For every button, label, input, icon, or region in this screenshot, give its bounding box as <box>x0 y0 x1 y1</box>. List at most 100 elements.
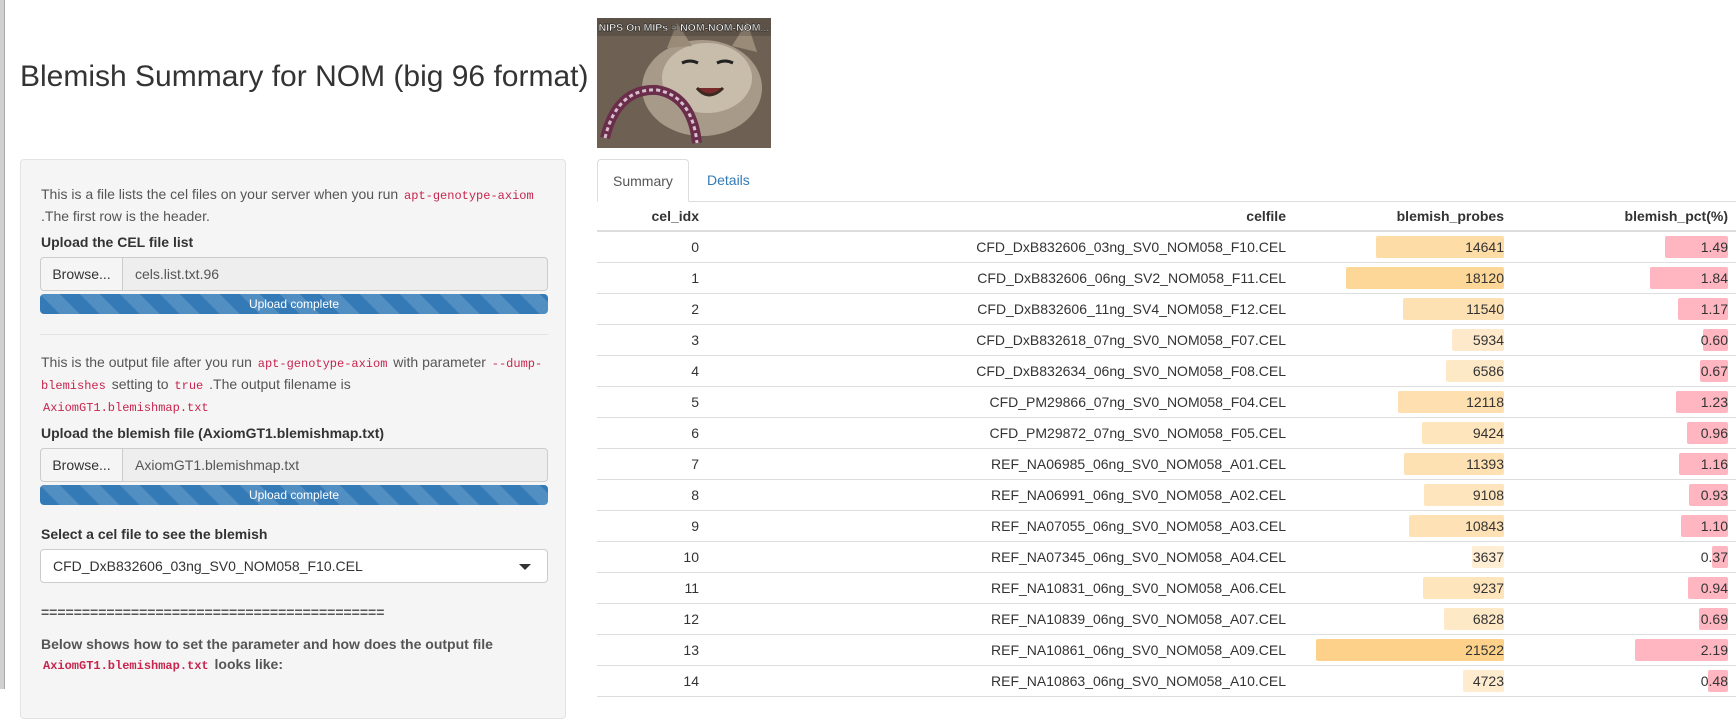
cell-blemish-pct: 0.93 <box>1512 479 1736 511</box>
select-cel-label: Select a cel file to see the blemish <box>41 526 268 542</box>
pct-value: 1.17 <box>1700 300 1728 317</box>
pct-value: 0.37 <box>1700 548 1728 565</box>
cell-cel-idx: 1 <box>597 262 707 294</box>
desc-text: This is a file lists the cel files on yo… <box>41 186 399 202</box>
blemish-file-input: Browse... AxiomGT1.blemishmap.txt <box>40 448 548 482</box>
pct-value: 2.19 <box>1700 641 1728 658</box>
tab-summary[interactable]: Summary <box>597 159 689 202</box>
table-row[interactable]: 0 CFD_DxB832606_03ng_SV0_NOM058_F10.CEL 14… <box>597 231 1736 263</box>
desc-text: with parameter <box>393 354 486 370</box>
cell-blemish-pct: 0.48 <box>1512 665 1736 697</box>
cell-blemish-pct: 0.69 <box>1512 603 1736 635</box>
cell-blemish-probes: 11393 <box>1294 448 1512 480</box>
probes-value: 5934 <box>1472 331 1504 348</box>
cell-celfile: CFD_DxB832606_03ng_SV0_NOM058_F10.CEL <box>707 231 1294 263</box>
select-value: CFD_DxB832606_03ng_SV0_NOM058_F10.CEL <box>53 558 363 574</box>
code-snippet: apt-genotype-axiom <box>257 357 388 371</box>
cell-celfile: REF_NA06991_06ng_SV0_NOM058_A02.CEL <box>707 479 1294 511</box>
cell-cel-idx: 14 <box>597 665 707 697</box>
cel-list-description: This is a file lists the cel files on yo… <box>41 184 551 226</box>
cell-celfile: REF_NA06985_06ng_SV0_NOM058_A01.CEL <box>707 448 1294 480</box>
cell-blemish-probes: 4723 <box>1294 665 1512 697</box>
probes-value: 11393 <box>1466 455 1504 472</box>
table-row[interactable]: 1 CFD_DxB832606_06ng_SV2_NOM058_F11.CEL 18… <box>597 262 1736 294</box>
table-row[interactable]: 9 REF_NA07055_06ng_SV0_NOM058_A03.CEL 1084… <box>597 510 1736 542</box>
table-row[interactable]: 2 CFD_DxB832606_11ng_SV4_NOM058_F12.CEL 11… <box>597 293 1736 325</box>
browse-button-blemish[interactable]: Browse... <box>40 448 123 482</box>
table-row[interactable]: 10 REF_NA07345_06ng_SV0_NOM058_A04.CEL 363… <box>597 541 1736 573</box>
sidebar-panel: This is a file lists the cel files on yo… <box>20 159 566 719</box>
cell-cel-idx: 0 <box>597 231 707 263</box>
cell-blemish-pct: 0.94 <box>1512 572 1736 604</box>
cell-cel-idx: 11 <box>597 572 707 604</box>
table-row[interactable]: 12 REF_NA10839_06ng_SV0_NOM058_A07.CEL 682… <box>597 603 1736 635</box>
header-blemish-probes[interactable]: blemish_probes <box>1294 201 1512 232</box>
cell-cel-idx: 7 <box>597 448 707 480</box>
cel-list-filename[interactable]: cels.list.txt.96 <box>123 257 548 291</box>
probes-value: 6828 <box>1472 610 1504 627</box>
header-celfile[interactable]: celfile <box>707 201 1294 232</box>
header-blemish-pct[interactable]: blemish_pct(%) <box>1512 201 1736 232</box>
cell-cel-idx: 10 <box>597 541 707 573</box>
cell-blemish-probes: 18120 <box>1294 262 1512 294</box>
pct-value: 1.84 <box>1700 269 1728 286</box>
cell-celfile: REF_NA10863_06ng_SV0_NOM058_A10.CEL <box>707 665 1294 697</box>
cel-file-select[interactable]: CFD_DxB832606_03ng_SV0_NOM058_F10.CEL <box>40 549 548 583</box>
desc-text: looks like: <box>214 656 283 672</box>
cell-cel-idx: 9 <box>597 510 707 542</box>
cell-blemish-probes: 5934 <box>1294 324 1512 356</box>
cell-blemish-probes: 9237 <box>1294 572 1512 604</box>
cell-blemish-pct: 0.96 <box>1512 417 1736 449</box>
probes-value: 9237 <box>1472 579 1504 596</box>
cell-blemish-pct: 1.10 <box>1512 510 1736 542</box>
output-format-description: Below shows how to set the parameter and… <box>41 634 551 676</box>
pct-value: 1.16 <box>1700 455 1728 472</box>
probes-value: 6586 <box>1472 362 1504 379</box>
desc-text: Below shows how to set the parameter and… <box>41 636 493 652</box>
blemish-filename[interactable]: AxiomGT1.blemishmap.txt <box>123 448 548 482</box>
pct-value: 0.94 <box>1700 579 1728 596</box>
cel-list-upload-progress: Upload complete <box>40 294 548 314</box>
code-snippet: apt-genotype-axiom <box>404 189 534 203</box>
cell-celfile: REF_NA07055_06ng_SV0_NOM058_A03.CEL <box>707 510 1294 542</box>
cell-blemish-pct: 1.49 <box>1512 231 1736 263</box>
table-row[interactable]: 6 CFD_PM29872_07ng_SV0_NOM058_F05.CEL 9424… <box>597 417 1736 449</box>
divider <box>40 334 548 335</box>
cell-blemish-pct: 1.17 <box>1512 293 1736 325</box>
desc-text: This is the output file after you run <box>41 354 252 370</box>
table-row[interactable]: 3 CFD_DxB832618_07ng_SV0_NOM058_F07.CEL 59… <box>597 324 1736 356</box>
table-row[interactable]: 7 REF_NA06985_06ng_SV0_NOM058_A01.CEL 1139… <box>597 448 1736 480</box>
probes-value: 3637 <box>1472 548 1504 565</box>
code-snippet: true <box>174 379 204 393</box>
table-row[interactable]: 4 CFD_DxB832634_06ng_SV0_NOM058_F08.CEL 65… <box>597 355 1736 387</box>
probes-value: 9108 <box>1472 486 1504 503</box>
pct-value: 1.49 <box>1700 238 1728 255</box>
probes-value: 18120 <box>1465 269 1504 286</box>
tab-bar: Summary Details <box>597 159 1736 202</box>
cell-blemish-pct: 2.19 <box>1512 634 1736 666</box>
meme-caption: NIPS On MIPs = NOM-NOM-NOM... <box>599 22 770 34</box>
table-row[interactable]: 11 REF_NA10831_06ng_SV0_NOM058_A06.CEL 923… <box>597 572 1736 604</box>
cell-blemish-probes: 21522 <box>1294 634 1512 666</box>
page-title: Blemish Summary for NOM (big 96 format) <box>20 60 589 93</box>
cell-celfile: CFD_DxB832606_06ng_SV2_NOM058_F11.CEL <box>707 262 1294 294</box>
table-row[interactable]: 5 CFD_PM29866_07ng_SV0_NOM058_F04.CEL 1211… <box>597 386 1736 418</box>
cell-blemish-pct: 1.84 <box>1512 262 1736 294</box>
table-row[interactable]: 13 REF_NA10861_06ng_SV0_NOM058_A09.CEL 215… <box>597 634 1736 666</box>
table-row[interactable]: 14 REF_NA10863_06ng_SV0_NOM058_A10.CEL 472… <box>597 665 1736 697</box>
browse-button-cel-list[interactable]: Browse... <box>40 257 123 291</box>
cell-celfile: REF_NA10839_06ng_SV0_NOM058_A07.CEL <box>707 603 1294 635</box>
cell-celfile: CFD_PM29872_07ng_SV0_NOM058_F05.CEL <box>707 417 1294 449</box>
upload-blemish-label: Upload the blemish file (AxiomGT1.blemis… <box>41 425 385 441</box>
cell-blemish-probes: 6586 <box>1294 355 1512 387</box>
cell-celfile: REF_NA07345_06ng_SV0_NOM058_A04.CEL <box>707 541 1294 573</box>
table-row[interactable]: 8 REF_NA06991_06ng_SV0_NOM058_A02.CEL 9108… <box>597 479 1736 511</box>
cell-blemish-probes: 6828 <box>1294 603 1512 635</box>
probes-value: 11540 <box>1466 300 1504 317</box>
pct-value: 0.69 <box>1700 610 1728 627</box>
cat-meme-illustration: NIPS On MIPs = NOM-NOM-NOM... <box>597 18 771 148</box>
meme-image: NIPS On MIPs = NOM-NOM-NOM... <box>597 18 771 148</box>
cell-cel-idx: 4 <box>597 355 707 387</box>
header-cel-idx[interactable]: cel_idx <box>597 201 707 232</box>
tab-details[interactable]: Details <box>692 159 765 201</box>
